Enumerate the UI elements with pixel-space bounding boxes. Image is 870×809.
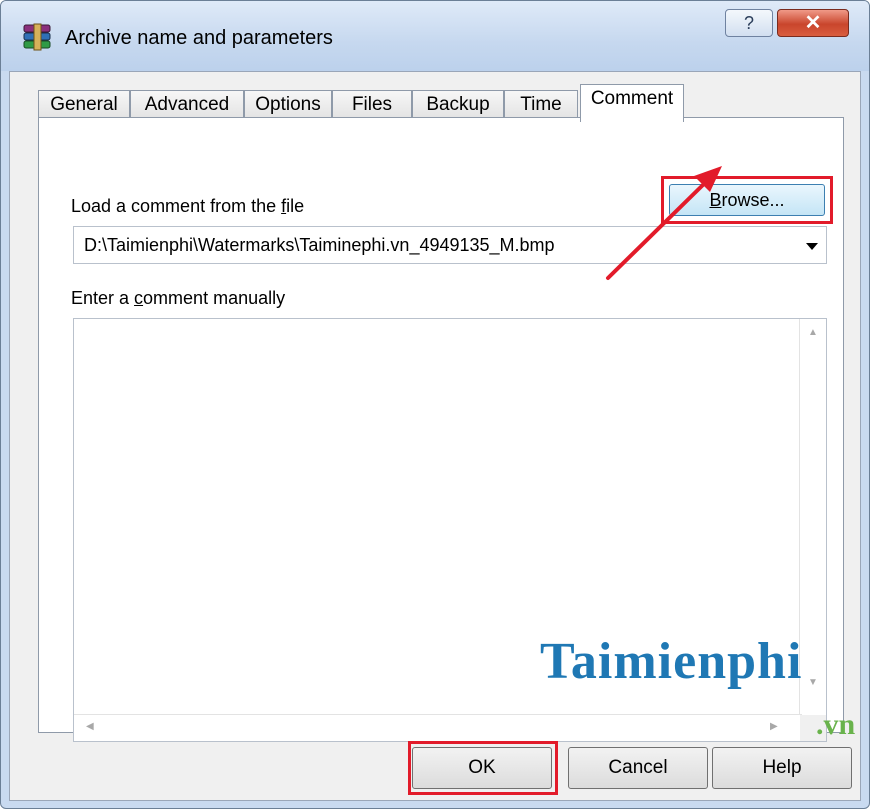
vertical-scrollbar[interactable]: ▲ ▼ <box>799 319 826 717</box>
tab-options[interactable]: Options <box>244 90 332 120</box>
close-icon[interactable]: ✕ <box>777 9 849 37</box>
scroll-left-icon[interactable]: ◀ <box>86 721 94 732</box>
watermark-logo: Taimienphi <box>540 633 803 690</box>
ok-highlight-box <box>408 741 558 795</box>
window-title: Archive name and parameters <box>65 27 333 49</box>
scroll-down-icon[interactable]: ▼ <box>808 677 818 688</box>
winrar-archive-icon <box>23 23 51 51</box>
tab-comment[interactable]: Comment <box>580 84 684 122</box>
tab-general[interactable]: General <box>38 90 130 120</box>
scroll-up-icon[interactable]: ▲ <box>808 327 818 338</box>
red-arrow-annotation <box>606 166 722 280</box>
load-comment-label-pre: Load a comment from the <box>71 196 282 216</box>
enter-comment-label-post: omment manually <box>143 288 286 308</box>
help-icon[interactable]: ? <box>725 9 773 37</box>
enter-comment-label-pre: Enter a <box>71 288 135 308</box>
watermark-logo-sub: .vn <box>816 708 856 741</box>
horizontal-scrollbar[interactable]: ◀ ▶ <box>74 714 802 741</box>
cancel-button[interactable]: Cancel <box>568 747 708 789</box>
load-comment-label-post: ile <box>286 196 305 216</box>
load-comment-label: Load a comment from the file <box>71 196 304 217</box>
dropdown-arrow-icon[interactable] <box>806 243 818 250</box>
scroll-right-icon[interactable]: ▶ <box>770 721 778 732</box>
tab-files[interactable]: Files <box>332 90 412 120</box>
tab-time[interactable]: Time <box>504 90 578 120</box>
comment-file-path: D:\Taimienphi\Watermarks\Taiminephi.vn_4… <box>84 235 555 255</box>
enter-comment-label: Enter a comment manually <box>71 288 285 309</box>
title-bar[interactable]: Archive name and parameters ? ✕ <box>1 1 869 71</box>
help-button[interactable]: Help <box>712 747 852 789</box>
tab-backup[interactable]: Backup <box>412 90 504 120</box>
dialog-body: General Advanced Options Files Backup Ti… <box>9 71 861 801</box>
archive-dialog: Archive name and parameters ? ✕ General … <box>0 0 870 809</box>
tab-advanced[interactable]: Advanced <box>130 90 244 120</box>
enter-comment-label-accel: c <box>134 288 144 308</box>
